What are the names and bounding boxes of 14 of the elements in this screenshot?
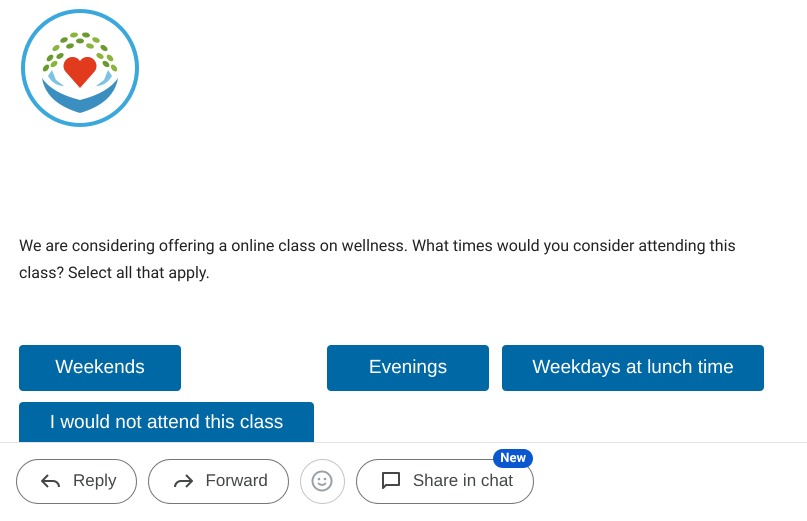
- message-text: We are considering offering a online class on wellness. What times would you consider attending this class? Select all that apply.: [19, 235, 737, 284]
- forward-button[interactable]: Forward: [148, 458, 289, 504]
- emoji-button[interactable]: [300, 458, 345, 504]
- option-button[interactable]: Evenings: [327, 345, 489, 391]
- option-button[interactable]: Weekends: [19, 345, 181, 391]
- option-button[interactable]: I would not attend this class: [19, 402, 314, 444]
- logo-icon: [20, 8, 140, 128]
- forward-icon: [173, 474, 194, 488]
- new-badge: New: [493, 448, 534, 468]
- chat-icon: [380, 471, 401, 491]
- smiley-icon: [311, 470, 334, 492]
- reply-button[interactable]: Reply: [16, 458, 138, 504]
- option-button[interactable]: Weekdays at lunch time: [502, 345, 764, 391]
- reply-icon: [41, 474, 61, 488]
